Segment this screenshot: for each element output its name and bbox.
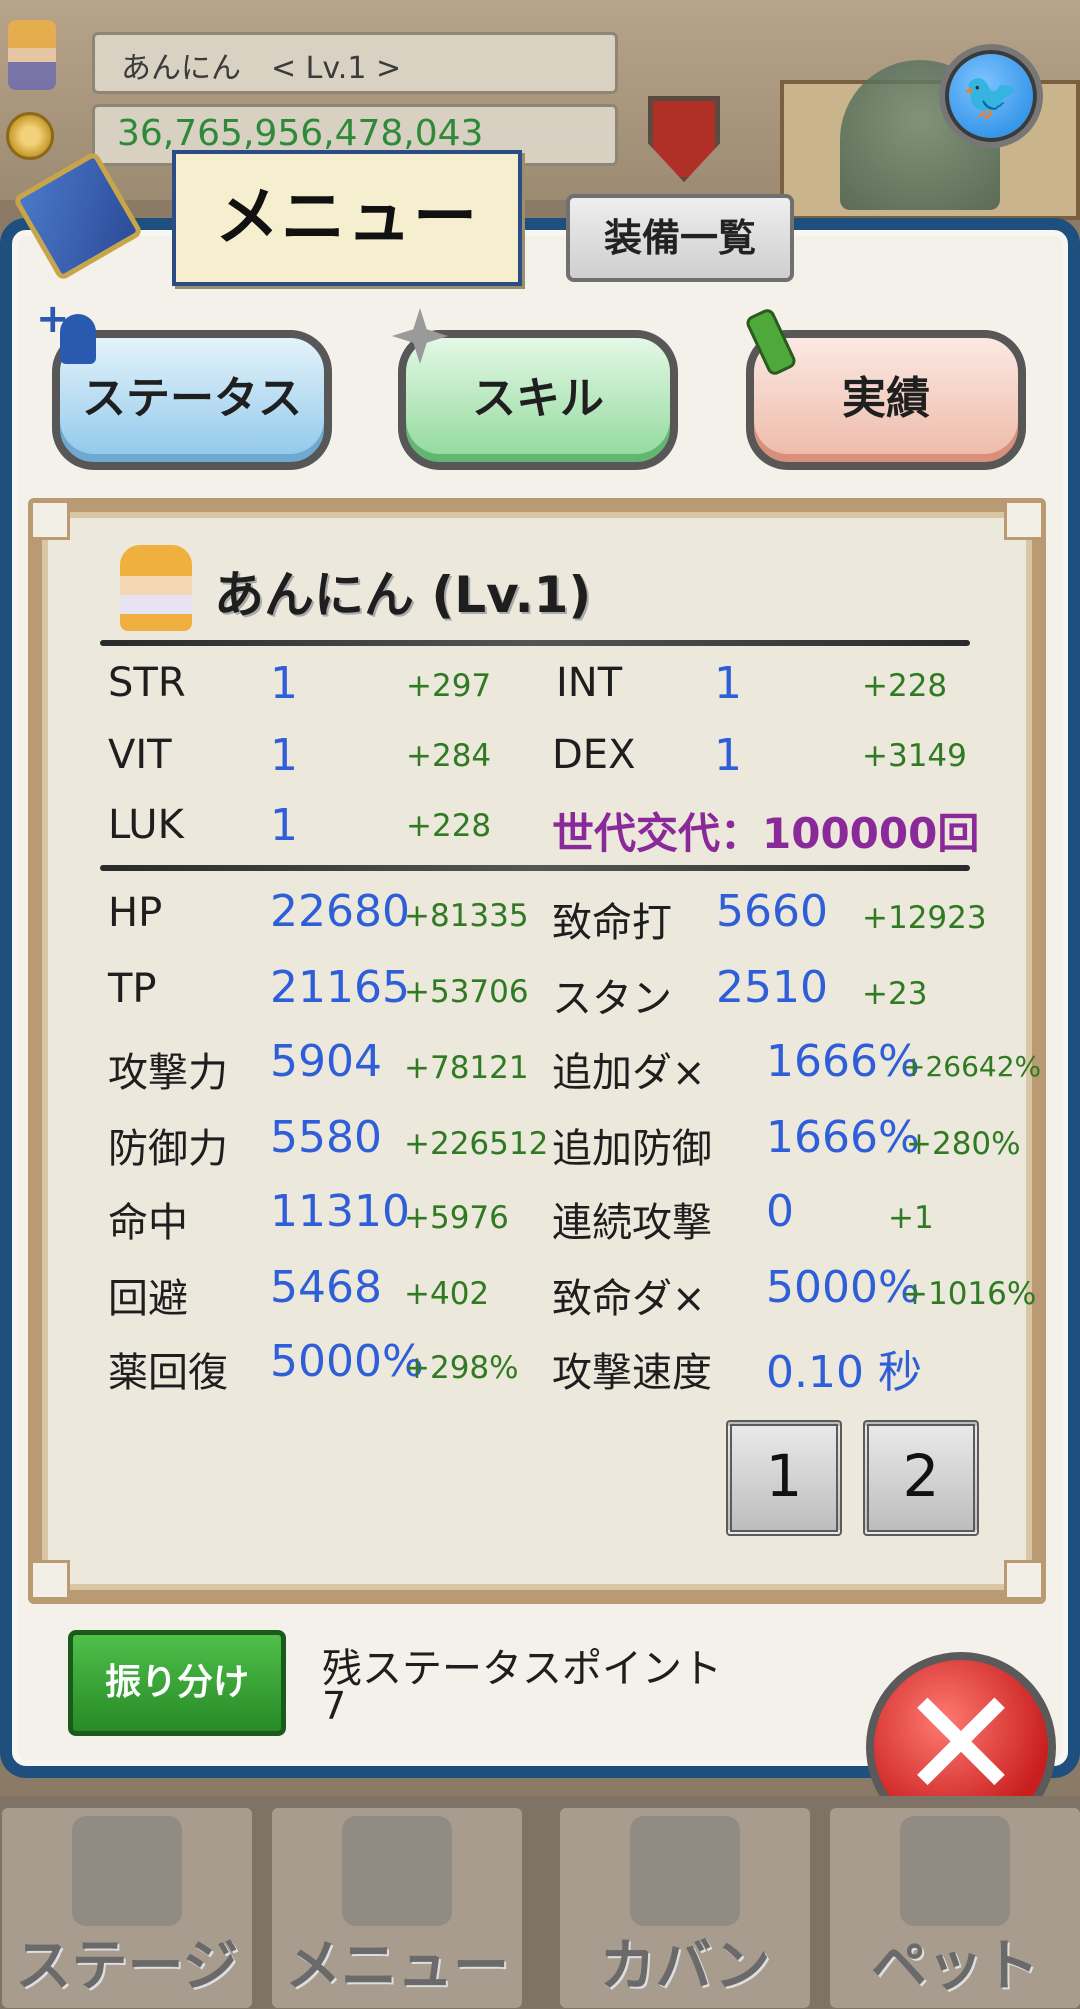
- stat-label-int: INT: [556, 660, 623, 706]
- remaining-points-label: 残ステータスポイント: [322, 1646, 722, 1692]
- stat-bonus-hp: +81335: [404, 898, 529, 934]
- frame-corner: [30, 500, 70, 540]
- stat-bonus-luk: +228: [406, 808, 492, 844]
- nav-menu[interactable]: メニュー: [272, 1808, 522, 2008]
- stat-label-attack: 攻撃力: [108, 1050, 228, 1096]
- stat-value-combo-attack: 0: [766, 1186, 794, 1237]
- frame-corner: [30, 1560, 70, 1600]
- divider: [100, 865, 970, 871]
- backpack-icon: [630, 1816, 740, 1926]
- stat-label-dex: DEX: [552, 732, 636, 778]
- stat-value-tp: 21165: [270, 962, 410, 1013]
- stat-bonus-int: +228: [862, 668, 948, 704]
- stat-value-attack: 5904: [270, 1036, 382, 1087]
- user-plus-icon: [36, 296, 96, 364]
- stat-value-accuracy: 11310: [270, 1186, 410, 1237]
- stat-label-tp: TP: [108, 966, 157, 1012]
- stat-label-vit: VIT: [108, 732, 172, 778]
- stat-label-extra-damage: 追加ダ×: [552, 1050, 706, 1096]
- nav-label: ステージ: [15, 1934, 239, 1999]
- stat-label-defense: 防御力: [108, 1126, 228, 1172]
- stat-bonus-attack: +78121: [404, 1050, 529, 1086]
- stat-bonus-accuracy: +5976: [404, 1200, 509, 1236]
- stat-label-critical-damage: 致命ダ×: [552, 1276, 706, 1322]
- stat-bonus-tp: +53706: [404, 974, 529, 1010]
- game-background: [0, 0, 1080, 220]
- stat-value-dex: 1: [714, 730, 742, 781]
- equip-list-button[interactable]: 装備一覧: [566, 194, 794, 282]
- stat-bonus-evasion: +402: [404, 1276, 490, 1312]
- stat-label-extra-defense: 追加防御: [552, 1126, 712, 1172]
- stat-value-str: 1: [270, 658, 298, 709]
- page-1-button[interactable]: 1: [726, 1420, 842, 1536]
- stat-bonus-stun: +23: [862, 976, 928, 1012]
- nav-bag[interactable]: カバン: [560, 1808, 810, 2008]
- stat-label-combo-attack: 連続攻撃: [552, 1200, 712, 1246]
- stat-label-attack-speed: 攻撃速度: [552, 1350, 712, 1396]
- twitter-button[interactable]: 🐦: [945, 50, 1037, 142]
- stat-bonus-vit: +284: [406, 738, 492, 774]
- stat-bonus-extra-damage: +26642%: [902, 1050, 1042, 1083]
- pet-icon: [900, 1816, 1010, 1926]
- nav-stage[interactable]: ステージ: [2, 1808, 252, 2008]
- character-title: あんにん (Lv.1): [214, 566, 592, 624]
- stat-value-critical-damage: 5000%: [766, 1262, 920, 1313]
- allocate-button[interactable]: 振り分け: [68, 1630, 286, 1736]
- stat-label-luk: LUK: [108, 802, 184, 848]
- remaining-points-value: 7: [322, 1684, 347, 1728]
- page-2-button[interactable]: 2: [863, 1420, 979, 1536]
- stat-value-int: 1: [714, 658, 742, 709]
- stat-value-stun: 2510: [716, 962, 828, 1013]
- frame-corner: [1004, 500, 1044, 540]
- stat-value-vit: 1: [270, 730, 298, 781]
- stat-bonus-critical: +12923: [862, 900, 987, 936]
- menu-title: メニュー: [172, 150, 522, 286]
- book-icon: [342, 1816, 452, 1926]
- stat-value-attack-speed: 0.10 秒: [766, 1347, 922, 1398]
- stat-value-luk: 1: [270, 800, 298, 851]
- stat-bonus-potion-recovery: +298%: [404, 1350, 519, 1386]
- stat-bonus-critical-damage: +1016%: [902, 1276, 1037, 1312]
- stat-label-stun: スタン: [552, 976, 672, 1022]
- crossed-swords-icon: [72, 1816, 182, 1926]
- tab-skill[interactable]: スキル: [398, 330, 678, 470]
- stat-label-accuracy: 命中: [108, 1200, 188, 1246]
- character-avatar: [120, 545, 192, 631]
- stat-bonus-str: +297: [406, 668, 492, 704]
- stat-value-potion-recovery: 5000%: [270, 1336, 424, 1387]
- generation-count: 世代交代：100000回: [552, 809, 980, 858]
- stat-label-potion-recovery: 薬回復: [108, 1350, 228, 1396]
- player-name-bar: あんにん < Lv.1 >: [92, 32, 618, 94]
- player-avatar: [8, 20, 56, 90]
- stat-value-extra-defense: 1666%: [766, 1112, 920, 1163]
- stat-value-extra-damage: 1666%: [766, 1036, 920, 1087]
- stat-label-str: STR: [108, 660, 186, 706]
- stat-label-evasion: 回避: [108, 1276, 188, 1322]
- stat-label-hp: HP: [108, 890, 163, 936]
- frame-corner: [1004, 1560, 1044, 1600]
- coin-icon: [6, 112, 54, 160]
- nav-label: ペット: [871, 1934, 1039, 1999]
- stat-bonus-defense: +226512: [404, 1126, 549, 1162]
- stat-value-defense: 5580: [270, 1112, 382, 1163]
- nav-label: カバン: [599, 1934, 771, 1999]
- nav-label: メニュー: [285, 1934, 509, 1999]
- stat-label-critical: 致命打: [552, 900, 672, 946]
- nav-pet[interactable]: ペット: [830, 1808, 1080, 2008]
- stat-value-critical: 5660: [716, 886, 828, 937]
- stat-bonus-combo-attack: +1: [888, 1200, 934, 1236]
- stat-value-hp: 22680: [270, 886, 410, 937]
- stat-bonus-extra-defense: +280%: [906, 1126, 1021, 1162]
- divider: [100, 640, 970, 646]
- stat-bonus-dex: +3149: [862, 738, 967, 774]
- stat-value-evasion: 5468: [270, 1262, 382, 1313]
